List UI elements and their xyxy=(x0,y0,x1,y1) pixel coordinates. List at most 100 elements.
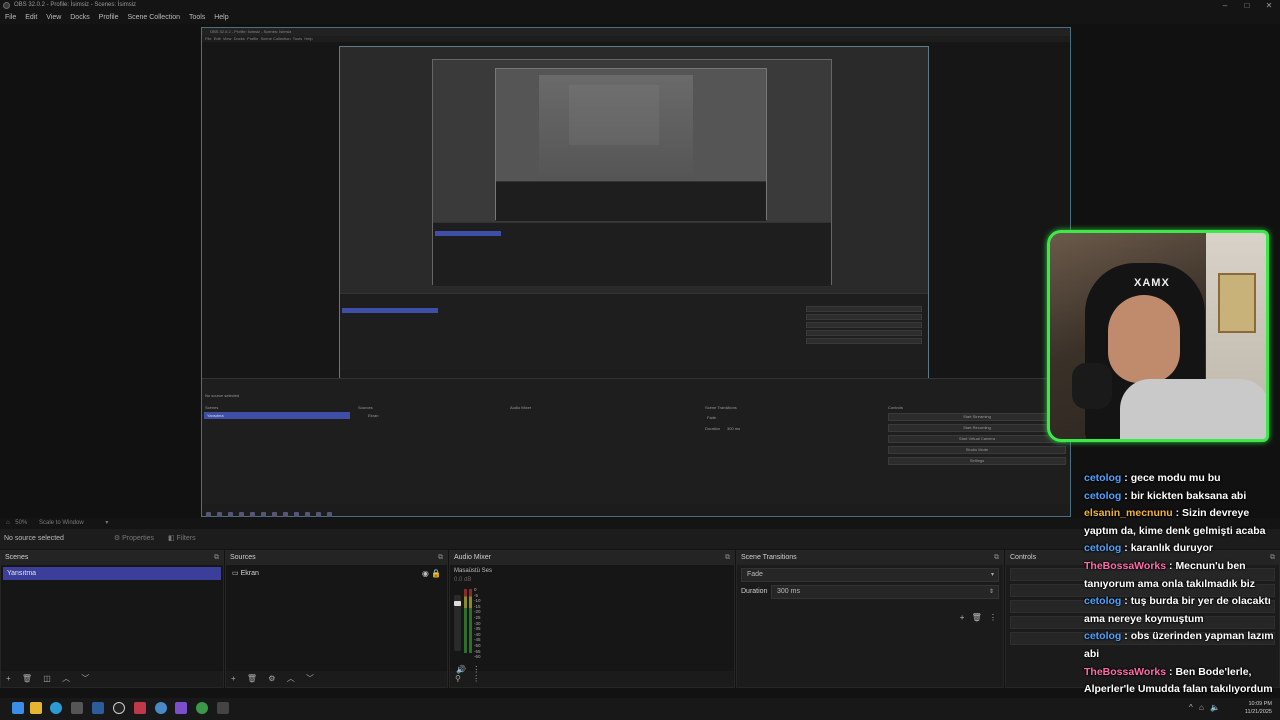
chevron-up-icon[interactable]: ︿ xyxy=(287,674,295,683)
scene-transitions-dock: Scene Transitions ⧉ Fade ▾ Duration 300 m… xyxy=(736,550,1004,688)
spin-arrows-icon[interactable]: ⇕ xyxy=(989,586,994,598)
nested-menu-item: Help xyxy=(304,36,313,41)
add-icon[interactable]: + xyxy=(6,674,11,683)
obs-logo-icon xyxy=(3,2,10,9)
filters-button[interactable]: Filters xyxy=(177,535,196,542)
nested-no-source: No source selected xyxy=(205,393,240,398)
trash-icon[interactable]: 🗑 xyxy=(247,674,257,683)
chevron-down-icon[interactable]: ﹀ xyxy=(306,674,314,683)
nested-menu-item: Edit xyxy=(213,36,221,41)
add-icon[interactable]: + xyxy=(960,613,965,622)
chat-message: cetolog : obs üzerinden yapman lazım abi xyxy=(1084,630,1274,660)
nested-preview-level-2 xyxy=(339,46,929,383)
nested-scene-selected xyxy=(342,308,438,313)
minimize-button[interactable]: – xyxy=(1214,0,1236,11)
menu-scene-collection[interactable]: Scene Collection xyxy=(127,14,180,21)
maximize-button[interactable]: □ xyxy=(1236,0,1258,11)
nested-mixer-title: Audio Mixer xyxy=(510,405,532,410)
chevron-up-icon[interactable]: ^ xyxy=(1189,703,1193,712)
transitions-body: Fade ▾ Duration 300 ms ⇕ + 🗑 ⋮ xyxy=(737,565,1003,671)
eye-icon[interactable]: ◉ xyxy=(422,569,429,578)
scenes-list[interactable]: Yansıtma xyxy=(1,565,223,671)
chat-message: cetolog : gece modu mu bu xyxy=(1084,472,1221,484)
chat-username: cetolog xyxy=(1084,472,1122,484)
nested-title: OBS 32.0.2 - Profile: İsimsiz - Scenes: … xyxy=(202,28,1070,36)
mixer-level: 0.0 dB xyxy=(454,577,472,583)
nested-sources-title: Sources xyxy=(358,405,373,410)
scenes-dock-title: Scenes xyxy=(5,554,29,561)
sources-list[interactable]: ▭ Ekran ◉ 🔒 xyxy=(226,565,447,671)
clock[interactable]: 10:09 PM 11/21/2025 xyxy=(1245,700,1272,716)
trash-icon[interactable]: 🗑 xyxy=(22,674,32,683)
scene-item[interactable]: Yansıtma xyxy=(3,567,221,580)
store-icon[interactable] xyxy=(71,702,83,714)
close-button[interactable]: ✕ xyxy=(1258,0,1280,11)
lock-icon[interactable]: 🔒 xyxy=(431,569,441,578)
chevron-down-icon[interactable]: ﹀ xyxy=(81,674,89,683)
chat-text: karanlık duruyor xyxy=(1130,542,1213,555)
volume-slider-handle[interactable] xyxy=(454,601,461,606)
nested-scene-item: Yansıtma xyxy=(207,413,224,418)
terminal-icon[interactable] xyxy=(217,702,229,714)
menu-profile[interactable]: Profile xyxy=(99,14,119,21)
link-icon[interactable]: ⚲ xyxy=(455,674,461,683)
xbox-icon[interactable] xyxy=(196,702,208,714)
edge-icon[interactable] xyxy=(50,702,62,714)
trash-icon[interactable]: 🗑 xyxy=(972,613,982,622)
taskbar: ^ ⌂ 🔈 10:09 PM 11/21/2025 xyxy=(0,698,1280,720)
transition-select[interactable]: Fade ▾ xyxy=(741,568,999,582)
dock-popout-icon[interactable]: ⧉ xyxy=(214,551,219,565)
menu-file[interactable]: File xyxy=(5,14,16,21)
chevron-up-icon[interactable]: ︿ xyxy=(62,674,70,683)
webcam-person xyxy=(1108,295,1180,383)
steam-icon[interactable] xyxy=(92,702,104,714)
more-icon[interactable]: ⋮ xyxy=(472,674,480,683)
windows-icon[interactable] xyxy=(12,702,24,714)
app-icon-2[interactable] xyxy=(155,702,167,714)
dock-popout-icon[interactable]: ⧉ xyxy=(994,551,999,565)
filter-icon[interactable]: ◫ xyxy=(43,674,51,683)
network-icon[interactable]: ⌂ xyxy=(1199,703,1204,712)
duration-spinbox[interactable]: 300 ms ⇕ xyxy=(771,585,999,599)
zoom-level[interactable]: 50% xyxy=(15,520,27,526)
menu-edit[interactable]: Edit xyxy=(25,14,37,21)
source-item[interactable]: ▭ Ekran ◉ 🔒 xyxy=(228,567,445,580)
volume-slider[interactable] xyxy=(454,595,461,651)
system-tray: ^ ⌂ 🔈 xyxy=(1189,703,1220,712)
nested-menu-item: Scene Collection xyxy=(260,36,291,41)
scale-mode[interactable]: Scale to Window xyxy=(39,520,84,526)
gear-icon[interactable]: ⚙ xyxy=(268,674,275,683)
app-icon[interactable] xyxy=(134,702,146,714)
nested-transitions-title: Scene Transitions xyxy=(705,405,737,410)
lock-icon[interactable]: ⌂ xyxy=(6,520,10,526)
add-icon[interactable]: + xyxy=(231,674,236,683)
discord-icon[interactable] xyxy=(175,702,187,714)
nested-button xyxy=(806,314,922,320)
dock-popout-icon[interactable]: ⧉ xyxy=(438,551,443,565)
properties-button[interactable]: Properties xyxy=(122,535,154,542)
chat-username: cetolog xyxy=(1084,595,1122,608)
nested-menu-item: Tools xyxy=(292,36,303,41)
nested-preview-level-3 xyxy=(432,59,832,286)
more-icon[interactable]: ⋮ xyxy=(989,613,997,622)
volume-icon[interactable]: 🔈 xyxy=(1210,703,1220,712)
menu-tools[interactable]: Tools xyxy=(189,14,205,21)
meter-tick: -35 xyxy=(474,626,481,632)
obs-icon[interactable] xyxy=(113,702,125,714)
nested-button xyxy=(806,306,922,312)
menu-view[interactable]: View xyxy=(46,14,61,21)
explorer-icon[interactable] xyxy=(30,702,42,714)
chat-message: cetolog : bir kickten baksana abi xyxy=(1084,489,1247,502)
clock-time: 10:09 PM xyxy=(1248,701,1272,707)
chat-username: cetolog xyxy=(1084,542,1122,555)
menu-help[interactable]: Help xyxy=(214,14,228,21)
nested-preview-level-5 xyxy=(539,75,693,179)
chat-username: cetolog xyxy=(1084,489,1122,502)
volume-meter-right xyxy=(469,589,472,653)
dock-popout-icon[interactable]: ⧉ xyxy=(725,551,730,565)
volume-meter-left xyxy=(464,589,467,653)
nested-start-streaming: Start Streaming xyxy=(888,413,1066,421)
menu-docks[interactable]: Docks xyxy=(70,14,89,21)
chevron-down-icon[interactable]: ▾ xyxy=(105,520,108,526)
nested-shade xyxy=(569,85,659,145)
